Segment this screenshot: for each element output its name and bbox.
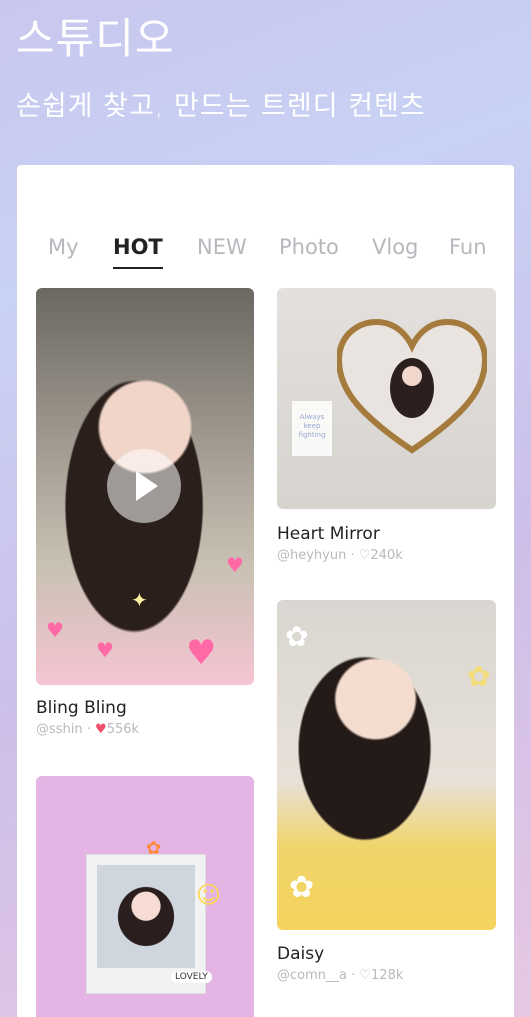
item-author[interactable]: @sshin (36, 722, 83, 737)
tab-fun[interactable]: Fun (449, 235, 487, 259)
heart-mirror-frame (337, 318, 487, 454)
tab-new[interactable]: NEW (197, 235, 247, 259)
item-meta: @heyhyun · ♡240k (277, 548, 403, 563)
tab-hot[interactable]: HOT (113, 235, 163, 269)
item-meta: @comn__a · ♡128k (277, 968, 404, 983)
item-title[interactable]: Bling Bling (36, 698, 127, 718)
flower-sticker-icon: ✿ (146, 838, 162, 859)
page-header: 스튜디오 손쉽게 찾고, 만드는 트렌디 컨텐츠 (16, 14, 426, 123)
heart-sticker-icon: ♥ (226, 553, 244, 577)
smiley-sticker-icon: ☺ (196, 881, 222, 909)
play-icon[interactable] (107, 449, 181, 523)
studio-card: My HOT NEW Photo Vlog Fun ♥ ♥ ♥ ✦ ♥ Blin… (17, 165, 514, 1017)
daisy-sticker-icon: ✿ (467, 660, 491, 693)
item-author[interactable]: @comn__a (277, 968, 347, 983)
item-author[interactable]: @heyhyun (277, 548, 346, 563)
item-title[interactable]: Heart Mirror (277, 524, 380, 544)
polaroid-photo (97, 865, 195, 968)
daisy-sticker-icon: ✿ (289, 870, 315, 905)
heart-outline-icon: ♡ (358, 548, 371, 563)
tab-my[interactable]: My (48, 235, 79, 259)
daisy-sticker-icon: ✿ (285, 620, 309, 653)
sticky-note: Always keep fighting (292, 401, 332, 456)
lovely-sticker: LOVELY (171, 971, 212, 983)
content-thumbnail[interactable]: Always keep fighting (277, 288, 496, 509)
like-count: 240k (370, 548, 403, 563)
heart-sticker-icon: ♥ (186, 633, 217, 673)
tab-vlog[interactable]: Vlog (372, 235, 418, 259)
content-thumbnail[interactable]: ☺ ✿ LOVELY (36, 776, 254, 1017)
heart-filled-icon: ♥ (95, 722, 107, 737)
sparkle-icon: ✦ (131, 588, 148, 612)
page-subtitle: 손쉽게 찾고, 만드는 트렌디 컨텐츠 (16, 91, 426, 122)
page-title: 스튜디오 (16, 14, 175, 63)
like-count: 556k (106, 722, 140, 737)
heart-outline-icon: ♡ (359, 968, 372, 983)
category-tabs: My HOT NEW Photo Vlog Fun (17, 235, 514, 271)
tab-photo[interactable]: Photo (279, 235, 339, 259)
heart-sticker-icon: ♥ (96, 638, 114, 662)
content-thumbnail[interactable]: ♥ ♥ ♥ ✦ ♥ (36, 288, 254, 685)
item-meta: @sshin · ♥556k (36, 722, 140, 737)
item-title[interactable]: Daisy (277, 944, 324, 964)
active-tab-underline (113, 267, 163, 269)
content-thumbnail[interactable]: ✿ ✿ ✿ (277, 600, 496, 930)
heart-sticker-icon: ♥ (46, 618, 64, 642)
like-count: 128k (371, 968, 404, 983)
